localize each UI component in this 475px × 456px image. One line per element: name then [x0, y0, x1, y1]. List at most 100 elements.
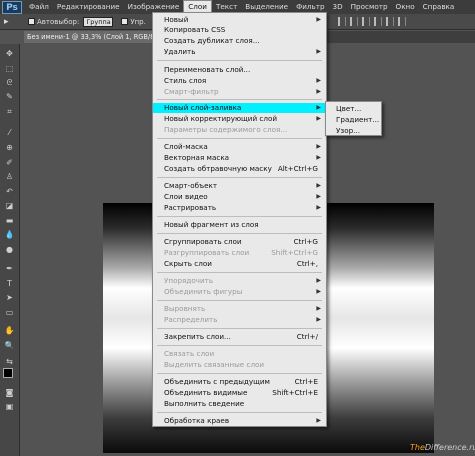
menu-item-delete[interactable]: Удалить ▶	[153, 47, 326, 57]
healing-brush-tool-icon[interactable]: ⊕	[3, 142, 16, 153]
move-tool-preset-icon[interactable]: ▸	[4, 16, 20, 28]
menu-item-lock-layers[interactable]: Закрепить слои... Ctrl+/	[153, 332, 326, 342]
pen-tool-icon[interactable]: ✒	[3, 263, 16, 274]
menu-item-combine-shapes: Объединить фигуры ▶	[164, 287, 321, 296]
menu-item-new-slice-from-layer[interactable]: Новый фрагмент из слоя	[153, 220, 326, 230]
blur-tool-icon[interactable]: 💧	[3, 229, 16, 240]
submenu-arrow-icon: ▶	[316, 204, 321, 211]
align-center-icon[interactable]	[386, 17, 394, 26]
menu-item-group-layers[interactable]: Сгруппировать слои Ctrl+G	[153, 237, 326, 247]
lasso-tool-icon[interactable]: ᘓ	[3, 77, 16, 88]
move-tool-icon[interactable]: ✥	[3, 48, 16, 59]
menu-item-merge-visible[interactable]: Объединить видимые Shift+Ctrl+E	[153, 388, 326, 398]
shortcut-label: Ctrl+,	[296, 259, 318, 268]
submenu-arrow-icon: ▶	[316, 115, 321, 122]
clone-stamp-tool-icon[interactable]: ♙	[3, 171, 16, 182]
submenu-arrow-icon: ▶	[316, 182, 321, 189]
hand-tool-icon[interactable]: ✋	[3, 325, 16, 336]
photoshop-logo: Ps	[2, 0, 22, 14]
submenu-item-pattern[interactable]: Узор...	[326, 126, 381, 136]
gradient-tool-icon[interactable]: ▬	[3, 215, 16, 226]
menu-window[interactable]: Окно	[392, 0, 419, 14]
layer-menu-dropdown: Новый ▶ Копировать CSS Создать дубликат с…	[152, 12, 327, 427]
menu-separator	[157, 177, 322, 178]
menu-item-create-clipping-mask[interactable]: Создать обтравочную маску Alt+Ctrl+G	[153, 164, 326, 174]
align-left-icon[interactable]	[374, 17, 382, 26]
menu-item-vector-mask[interactable]: Векторная маска ▶	[153, 153, 326, 163]
menu-separator	[157, 412, 322, 413]
shortcut-label: Ctrl+E	[294, 377, 318, 386]
submenu-arrow-icon: ▶	[316, 154, 321, 161]
submenu-arrow-icon: ▶	[316, 88, 321, 95]
submenu-item-gradient[interactable]: Градиент...	[326, 115, 381, 125]
eyedropper-tool-icon[interactable]: ⁄	[3, 127, 16, 138]
menu-item-new-fill-layer[interactable]: Новый слой-заливка ▶	[153, 103, 326, 113]
menu-item-rename-layer[interactable]: Переименовать слой...	[153, 65, 326, 75]
brush-tool-icon[interactable]: ✐	[3, 157, 16, 168]
autoselect-checkbox[interactable]	[28, 18, 35, 25]
history-brush-tool-icon[interactable]: ↶	[3, 186, 16, 197]
menu-help[interactable]: Справка	[419, 0, 459, 14]
document-tab[interactable]: Без имени-1 @ 33,3% (Слой 1, RGB/8) * ×	[24, 31, 159, 43]
submenu-arrow-icon: ▶	[316, 16, 321, 23]
align-right-icon[interactable]	[398, 17, 406, 26]
menu-item-copy-css[interactable]: Копировать CSS	[153, 25, 326, 35]
type-tool-icon[interactable]: T	[3, 278, 16, 289]
new-fill-layer-submenu: Цвет... Градиент... Узор...	[325, 101, 382, 136]
menu-item-layer-style[interactable]: Стиль слоя ▶	[153, 76, 326, 86]
align-top-icon[interactable]	[338, 17, 346, 26]
submenu-arrow-icon: ▶	[316, 417, 321, 424]
shortcut-label: Ctrl+G	[293, 237, 318, 246]
eraser-tool-icon[interactable]: ◪	[3, 200, 16, 211]
dodge-tool-icon[interactable]: ●	[3, 244, 16, 255]
submenu-arrow-icon: ▶	[316, 288, 321, 295]
menu-item-smart-filter: Смарт-фильтр ▶	[164, 87, 321, 96]
menu-item-layer-content-options: Параметры содержимого слоя...	[164, 125, 288, 134]
menu-file[interactable]: Файл	[25, 0, 53, 14]
shortcut-label: Shift+Ctrl+E	[272, 388, 318, 397]
menu-item-flatten-image[interactable]: Выполнить сведение	[153, 399, 326, 409]
submenu-arrow-icon: ▶	[316, 305, 321, 312]
menu-item-duplicate-layer[interactable]: Создать дубликат слоя...	[153, 36, 326, 46]
menu-edit[interactable]: Редактирование	[53, 0, 124, 14]
screen-mode-icon[interactable]: ▣	[3, 401, 16, 412]
quick-mask-icon[interactable]: ◙	[3, 387, 16, 398]
submenu-item-solid-color[interactable]: Цвет...	[326, 104, 381, 114]
submenu-arrow-icon: ▶	[316, 143, 321, 150]
align-middle-icon[interactable]	[350, 17, 358, 26]
autoselect-dropdown[interactable]: Группа	[83, 16, 114, 27]
shortcut-label: Ctrl+/	[296, 332, 318, 341]
menu-separator	[157, 300, 322, 301]
align-bottom-icon[interactable]	[362, 17, 370, 26]
menu-item-new[interactable]: Новый ▶	[153, 15, 326, 25]
menu-view[interactable]: Просмотр	[347, 0, 392, 14]
menu-separator	[157, 272, 322, 273]
crop-tool-icon[interactable]: ⌗	[3, 106, 16, 117]
menu-item-hide-layers[interactable]: Скрыть слои Ctrl+,	[153, 259, 326, 269]
menu-item-new-adjustment-layer[interactable]: Новый корректирующий слой ▶	[153, 114, 326, 124]
menu-item-layer-mask[interactable]: Слой-маска ▶	[153, 142, 326, 152]
marquee-tool-icon[interactable]: ⬚	[3, 63, 16, 74]
default-colors-icon[interactable]: ⇆	[3, 356, 16, 367]
quick-select-tool-icon[interactable]: ✎	[3, 91, 16, 102]
submenu-arrow-icon: ▶	[316, 316, 321, 323]
menu-item-smart-object[interactable]: Смарт-объект ▶	[153, 181, 326, 191]
menu-item-align: Выровнять ▶	[164, 304, 321, 313]
tools-panel: ✥ ⬚ ᘓ ✎ ⌗ ⁄ ⊕ ✐ ♙ ↶ ◪ ▬ 💧 ● ✒ T ➤ ▭ ✋ 🔍 …	[0, 44, 20, 456]
menu-item-video-layers[interactable]: Слои видео ▶	[153, 192, 326, 202]
shape-tool-icon[interactable]: ▭	[3, 307, 16, 318]
menu-item-rasterize[interactable]: Растрировать ▶	[153, 203, 326, 213]
menu-item-select-linked-layers: Выделить связанные слои	[164, 360, 265, 369]
foreground-color-swatch[interactable]	[3, 368, 13, 378]
menu-item-merge-down[interactable]: Объединить с предыдущим Ctrl+E	[153, 377, 326, 387]
shortcut-label: Shift+Ctrl+G	[271, 248, 318, 257]
menu-separator	[157, 345, 322, 346]
zoom-tool-icon[interactable]: 🔍	[3, 340, 16, 351]
submenu-arrow-icon: ▶	[316, 48, 321, 55]
menu-3d[interactable]: 3D	[329, 0, 347, 14]
document-tab-title: Без имени-1 @ 33,3% (Слой 1, RGB/8) *	[27, 33, 159, 41]
menu-item-matting[interactable]: Обработка краев ▶	[153, 416, 326, 426]
path-selection-tool-icon[interactable]: ➤	[3, 292, 16, 303]
transform-controls-checkbox[interactable]	[121, 18, 129, 25]
menu-item-arrange: Упорядочить ▶	[164, 276, 321, 285]
